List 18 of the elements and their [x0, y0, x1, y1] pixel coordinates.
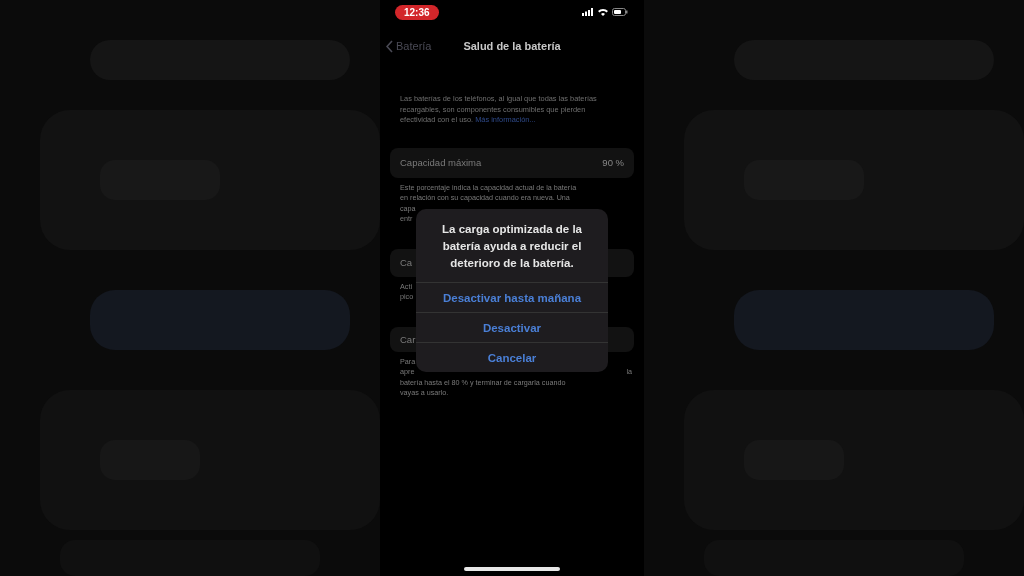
wifi-icon [598, 8, 608, 16]
row-label: Car [400, 333, 416, 345]
signal-icon [582, 8, 594, 16]
settings-row[interactable]: Capacidad máxima 90 % [390, 147, 634, 178]
row-label: Capacidad máxima [400, 157, 482, 168]
row-value: 90 % [602, 157, 624, 168]
back-label[interactable]: Batería [396, 40, 432, 52]
chevron-icon [386, 39, 393, 53]
alert-action[interactable]: Desactivar [416, 312, 608, 342]
home-indicator[interactable] [464, 567, 560, 571]
row-label: Ca [400, 257, 413, 268]
alert-action[interactable]: Desactivar hasta mañana [416, 282, 608, 312]
screen-title: Salud de la batería [463, 40, 561, 52]
back-button[interactable]: Batería [386, 39, 464, 53]
time-pill: 12:36 [395, 4, 439, 20]
alert-message: La carga optimizada de la batería ayuda a reducir el deterioro de la batería. [441, 222, 583, 271]
battery-icon [612, 8, 628, 16]
alert-action[interactable]: Cancelar [416, 342, 608, 372]
